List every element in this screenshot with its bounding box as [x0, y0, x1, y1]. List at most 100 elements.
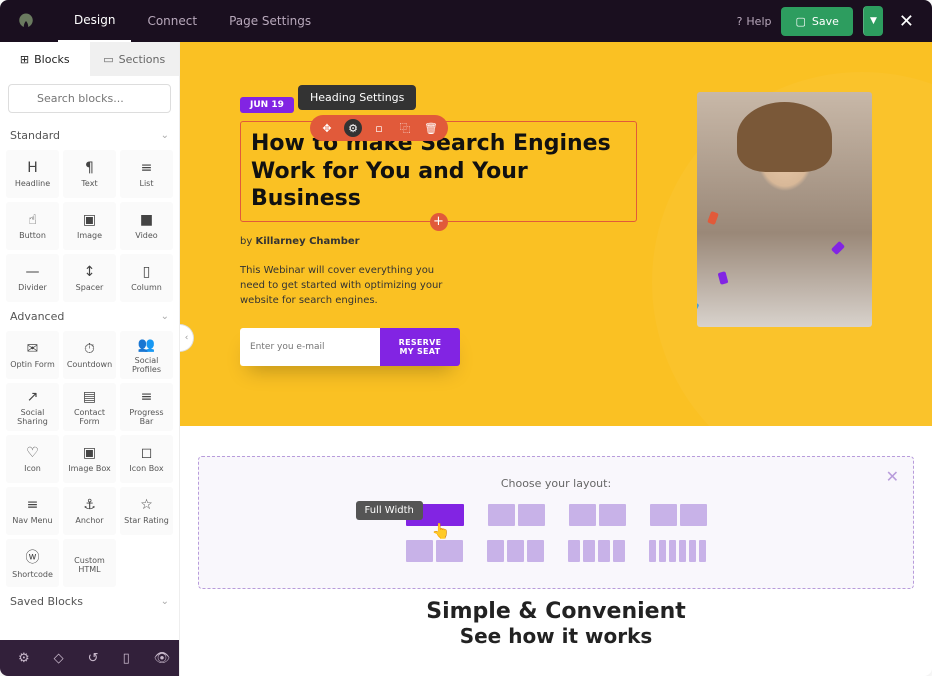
- layout-1-2[interactable]: [650, 504, 707, 526]
- block-icon: ▣: [83, 212, 96, 228]
- tab-blocks[interactable]: ⊞Blocks: [0, 42, 90, 76]
- close-button[interactable]: ✕: [893, 11, 920, 32]
- add-element-button[interactable]: +: [430, 213, 448, 231]
- block-countdown[interactable]: ⏱ Countdown: [63, 331, 116, 379]
- chevron-down-icon: ⌄: [161, 130, 169, 141]
- block-label: Headline: [15, 179, 50, 188]
- block-list[interactable]: ≡List: [120, 150, 173, 198]
- topbar: Design Connect Page Settings ?Help ▢Save…: [0, 0, 932, 42]
- nav-page-settings[interactable]: Page Settings: [213, 0, 327, 42]
- description: This Webinar will cover everything you n…: [240, 263, 460, 308]
- chevron-down-icon: ⌄: [161, 596, 169, 607]
- email-input[interactable]: [240, 328, 380, 366]
- block-icon: ↗: [27, 389, 39, 405]
- group-advanced[interactable]: Advanced⌄: [0, 302, 179, 331]
- cta-form: RESERVE MY SEAT: [240, 328, 460, 366]
- block-icon: ↕: [84, 264, 96, 280]
- chevron-down-icon: ⌄: [161, 311, 169, 322]
- block-label: List: [140, 179, 154, 188]
- block-video[interactable]: ■ Video: [120, 202, 173, 250]
- move-icon[interactable]: ✥: [318, 119, 336, 137]
- group-standard[interactable]: Standard⌄: [0, 121, 179, 150]
- section-title: Simple & Convenient: [198, 599, 914, 624]
- layout-title: Choose your layout:: [239, 477, 873, 490]
- block-icon: ◻: [141, 445, 153, 461]
- block-nav-menu[interactable]: ≡Nav Menu: [6, 487, 59, 535]
- tab-sections[interactable]: ▭Sections: [90, 42, 180, 76]
- block-label: Image Box: [68, 464, 110, 473]
- delete-icon[interactable]: 🗑: [422, 119, 440, 137]
- bottom-toolbar: ⚙ ◇ ↺ ▯ 👁: [0, 640, 179, 676]
- block-column[interactable]: ▯ Column: [120, 254, 173, 302]
- nav-design[interactable]: Design: [58, 0, 131, 42]
- block-label: Spacer: [76, 283, 104, 292]
- block-icon: ☝: [28, 212, 37, 228]
- block-label: Nav Menu: [12, 516, 52, 525]
- layout-2-col[interactable]: [488, 504, 545, 526]
- duplicate-icon[interactable]: ▫: [370, 119, 388, 137]
- layout-full-width[interactable]: Full Width 👆: [406, 504, 464, 526]
- headline-text[interactable]: How to make Search Engines Work for You …: [251, 130, 626, 213]
- layout-2a[interactable]: [406, 540, 463, 562]
- block-icon: ■: [140, 212, 153, 228]
- block-social-sharing[interactable]: ↗Social Sharing: [6, 383, 59, 431]
- layers-icon[interactable]: ◇: [54, 651, 64, 666]
- layout-4-col[interactable]: [568, 540, 625, 562]
- block-anchor[interactable]: ⚓Anchor: [63, 487, 116, 535]
- full-width-tooltip: Full Width: [356, 501, 423, 520]
- block-star-rating[interactable]: ☆Star Rating: [120, 487, 173, 535]
- block-image[interactable]: ▣Image: [63, 202, 116, 250]
- block-social-profiles[interactable]: 👥Social Profiles: [120, 331, 173, 379]
- block-spacer[interactable]: ↕ Spacer: [63, 254, 116, 302]
- block-headline[interactable]: H Headline: [6, 150, 59, 198]
- settings-icon[interactable]: ⚙: [344, 119, 362, 137]
- block-custom-html[interactable]: Custom HTML: [63, 539, 116, 587]
- save-button[interactable]: ▢Save: [781, 7, 852, 36]
- block-label: Icon: [24, 464, 41, 473]
- canvas: JUN 19 Heading Settings ✥ ⚙ ▫ ⿻ 🗑: [180, 42, 932, 676]
- block-divider[interactable]: — Divider: [6, 254, 59, 302]
- group-saved[interactable]: Saved Blocks⌄: [0, 587, 179, 616]
- block-text[interactable]: ¶Text: [63, 150, 116, 198]
- block-icon[interactable]: ♡Icon: [6, 435, 59, 483]
- block-icon: ⓦ: [26, 547, 40, 567]
- block-icon: —: [26, 264, 40, 280]
- copy-icon[interactable]: ⿻: [396, 119, 414, 137]
- block-icon: H: [27, 160, 38, 176]
- block-contact-form[interactable]: ▤Contact Form: [63, 383, 116, 431]
- preview-icon[interactable]: 👁: [154, 651, 171, 666]
- settings-icon[interactable]: ⚙: [18, 651, 30, 666]
- block-image-box[interactable]: ▣ Image Box: [63, 435, 116, 483]
- nav-connect[interactable]: Connect: [131, 0, 213, 42]
- block-icon: ⏱: [84, 341, 95, 357]
- byline: by Killarney Chamber: [240, 236, 637, 247]
- layout-1-1[interactable]: [569, 504, 626, 526]
- search-input[interactable]: [8, 84, 171, 113]
- block-label: Countdown: [67, 360, 112, 369]
- block-progress-bar[interactable]: ≡Progress Bar: [120, 383, 173, 431]
- block-icon: ▣: [83, 445, 96, 461]
- help-button[interactable]: ?Help: [737, 15, 772, 28]
- block-label: Video: [135, 231, 157, 240]
- block-icon: ▯: [143, 264, 151, 280]
- block-label: Contact Form: [65, 408, 114, 426]
- block-icon: ☆: [140, 497, 153, 513]
- layout-3-col[interactable]: [487, 540, 544, 562]
- block-label: Divider: [18, 283, 47, 292]
- app-logo: [12, 7, 40, 35]
- block-icon: ¶: [85, 160, 94, 176]
- block-label: Column: [131, 283, 162, 292]
- block-label: Optin Form: [10, 360, 55, 369]
- mobile-preview-icon[interactable]: ▯: [123, 651, 130, 666]
- layout-picker: ✕ Choose your layout: Full Width 👆: [198, 456, 914, 589]
- reserve-button[interactable]: RESERVE MY SEAT: [380, 328, 460, 366]
- section-heading: Simple & Convenient See how it works: [198, 589, 914, 676]
- block-button[interactable]: ☝Button: [6, 202, 59, 250]
- block-icon-box[interactable]: ◻Icon Box: [120, 435, 173, 483]
- layout-6-col[interactable]: [649, 540, 706, 562]
- block-shortcode[interactable]: ⓦShortcode: [6, 539, 59, 587]
- close-icon[interactable]: ✕: [886, 467, 899, 486]
- block-optin-form[interactable]: ✉Optin Form: [6, 331, 59, 379]
- save-dropdown[interactable]: ▼: [863, 6, 883, 36]
- history-icon[interactable]: ↺: [88, 651, 99, 666]
